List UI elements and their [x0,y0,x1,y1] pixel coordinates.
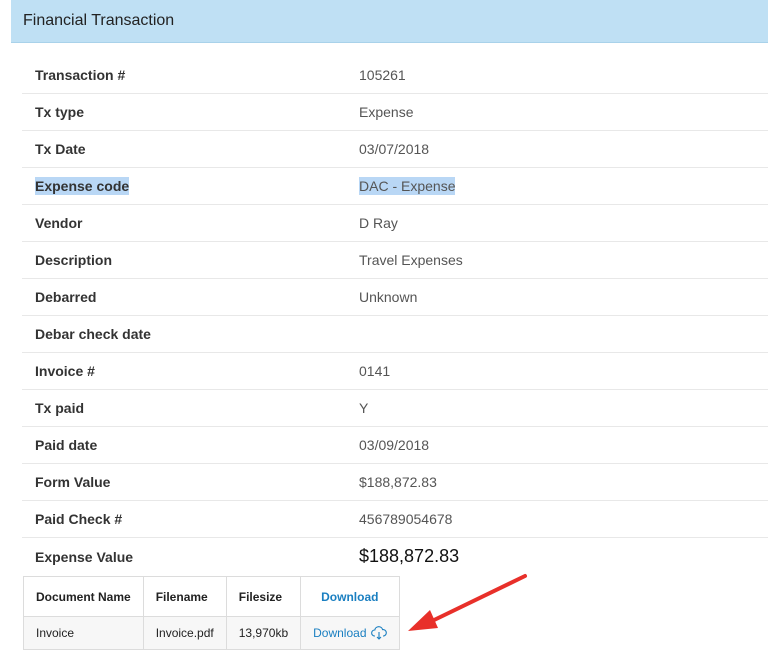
detail-label: Form Value [22,463,346,501]
detail-row-tx-paid: Tx paid Y [22,389,768,427]
detail-label: Transaction # [22,57,346,94]
detail-value: 03/09/2018 [346,426,768,464]
column-header-document-name: Document Name [23,576,144,617]
cloud-download-icon[interactable] [370,626,387,640]
detail-value: Travel Expenses [346,241,768,279]
detail-row-paid-date: Paid date 03/09/2018 [22,426,768,464]
detail-row-debar-check-date: Debar check date [22,315,768,353]
detail-row-paid-check-number: Paid Check # 456789054678 [22,500,768,538]
download-link-label: Download [313,626,367,640]
detail-label: Tx Date [22,130,346,168]
detail-value: 0141 [346,352,768,390]
detail-row-tx-date: Tx Date 03/07/2018 [22,130,768,168]
detail-value: Y [346,389,768,427]
detail-row-debarred: Debarred Unknown [22,278,768,316]
panel-header: Financial Transaction [11,0,768,43]
table-row: Invoice Invoice.pdf 13,970kb Download [23,616,400,650]
detail-row-description: Description Travel Expenses [22,241,768,279]
detail-value: Unknown [346,278,768,316]
detail-label: Tx type [22,93,346,131]
detail-label: Tx paid [22,389,346,427]
detail-label: Paid Check # [22,500,346,538]
detail-value [346,315,768,353]
detail-label: Description [22,241,346,279]
column-header-download: Download [300,576,400,617]
documents-table: Document Name Filename Filesize Download… [23,576,400,650]
column-header-filename: Filename [142,576,227,617]
detail-row-expense-code: Expense code DAC - Expense [22,167,768,205]
transaction-details-table: Transaction # 105261 Tx type Expense Tx … [22,57,768,575]
filesize-cell: 13,970kb [225,616,302,650]
filename-cell: Invoice.pdf [142,616,227,650]
detail-row-form-value: Form Value $188,872.83 [22,463,768,501]
download-link[interactable]: Download [313,626,387,640]
detail-label: Vendor [22,204,346,242]
detail-value: D Ray [346,204,768,242]
detail-row-expense-value: Expense Value $188,872.83 [22,538,768,576]
documents-header-row: Document Name Filename Filesize Download [23,576,400,617]
detail-value: $188,872.83 [346,463,768,501]
selected-text: DAC - Expense [359,177,456,195]
detail-label: Debar check date [22,315,346,353]
detail-value: DAC - Expense [346,167,768,205]
detail-row-invoice-number: Invoice # 0141 [22,352,768,390]
download-cell: Download [300,616,400,650]
detail-value: 456789054678 [346,500,768,538]
detail-label: Debarred [22,278,346,316]
document-name-cell: Invoice [23,616,144,650]
selected-text: Expense code [35,177,130,195]
detail-label: Expense Value [35,548,134,565]
detail-label: Paid date [22,426,346,464]
detail-row-tx-type: Tx type Expense [22,93,768,131]
detail-label: Invoice # [22,352,346,390]
detail-row-transaction-number: Transaction # 105261 [22,57,768,94]
detail-value: 03/07/2018 [346,130,768,168]
detail-value: 105261 [346,57,768,94]
detail-value: Expense [346,93,768,131]
column-header-filesize: Filesize [225,576,302,617]
page-title: Financial Transaction [23,12,175,29]
red-arrow-icon [408,574,527,631]
detail-row-vendor: Vendor D Ray [22,204,768,242]
detail-label: Expense code [22,167,346,205]
